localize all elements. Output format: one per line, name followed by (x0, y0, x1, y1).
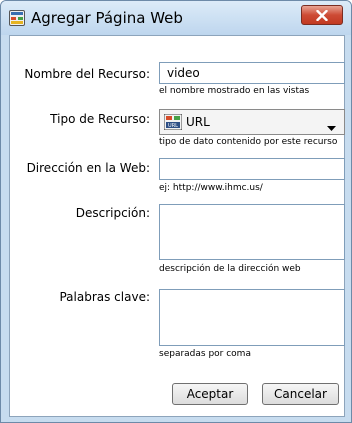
direccion-input[interactable] (159, 158, 345, 180)
web-page-icon (9, 10, 25, 26)
cancelar-button[interactable]: Cancelar (262, 383, 339, 405)
nombre-value: video (167, 66, 200, 80)
nombre-label: Nombre del Recurso: (24, 67, 150, 81)
tipo-label: Tipo de Recurso: (50, 112, 150, 126)
descripcion-textarea[interactable] (159, 204, 345, 260)
close-button[interactable] (301, 5, 343, 25)
palabras-textarea[interactable] (159, 289, 345, 346)
palabras-hint: separadas por coma (159, 349, 251, 359)
direccion-label: Dirección en la Web: (26, 161, 150, 175)
tipo-hint: tipo de dato contenido por este recurso (159, 137, 338, 147)
tipo-selected: URL (186, 115, 210, 129)
descripcion-hint: descripción de la dirección web (159, 264, 301, 274)
url-icon: URL (163, 113, 183, 133)
chevron-down-icon[interactable] (327, 120, 336, 134)
close-icon (316, 10, 328, 21)
dialog-body: Nombre del Recurso: video el nombre most… (9, 35, 345, 417)
direccion-hint: ej: http://www.ihmc.us/ (159, 183, 263, 193)
aceptar-button[interactable]: Aceptar (172, 383, 248, 405)
nombre-input[interactable]: video (159, 62, 345, 84)
title-bar[interactable]: Agregar Página Web (1, 1, 351, 35)
dialog-window: Agregar Página Web Nombre del Recurso: v… (0, 0, 352, 423)
tipo-select[interactable]: URL URL (159, 109, 345, 135)
descripcion-label: Descripción: (75, 206, 150, 220)
palabras-label: Palabras clave: (59, 290, 150, 304)
dialog-title: Agregar Página Web (31, 9, 183, 27)
nombre-hint: el nombre mostrado en las vistas (159, 86, 310, 96)
svg-text:URL: URL (168, 123, 178, 129)
